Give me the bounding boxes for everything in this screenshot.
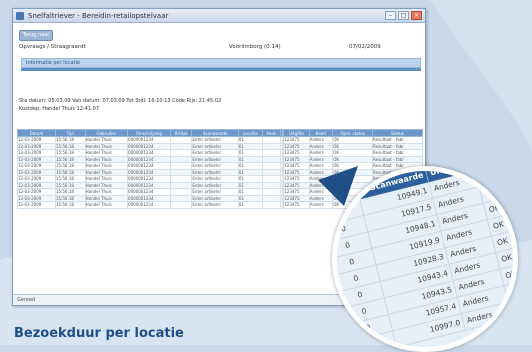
magnified-table: ScanwaardeUitgiftOpm 010949.1AndersOK010… <box>337 171 513 347</box>
table-cell: Handel Thuis <box>84 201 129 209</box>
app-icon <box>16 11 24 20</box>
window-title: Snelfaltriever - Bereidin-retailopstelva… <box>28 11 169 20</box>
table-cell: 123475 <box>283 201 310 209</box>
table-cell: Enter artikelnr <box>191 201 239 209</box>
table-cell <box>262 201 282 209</box>
close-button[interactable]: × <box>411 11 422 20</box>
column-header[interactable]: Aant. <box>262 129 282 137</box>
table-cell <box>169 201 193 209</box>
column-header[interactable]: Opm. status <box>332 129 374 137</box>
column-header[interactable]: Kaart <box>308 129 334 137</box>
column-header[interactable]: Tijd <box>54 129 86 137</box>
column-header[interactable]: Scanwaarde <box>191 129 239 137</box>
maximize-button[interactable]: □ <box>398 11 409 20</box>
table-cell: 01 <box>237 201 264 209</box>
info-row: Opvraags / Straagraardt Voorlimborg (0:1… <box>19 44 417 52</box>
info-middle: Voorlimborg (0:14) <box>229 44 281 50</box>
column-header[interactable]: Uitgifte <box>283 129 310 137</box>
window-controls: – □ × <box>385 11 422 20</box>
column-header[interactable]: Omschrijving <box>127 129 171 137</box>
info-right: 07/02/2009 <box>349 44 381 50</box>
section-divider <box>21 68 421 71</box>
column-header[interactable]: Gebruiker <box>84 129 129 137</box>
back-button[interactable]: Terug naar <box>19 30 53 41</box>
minimize-button[interactable]: – <box>385 11 396 20</box>
column-header[interactable]: Locatie <box>237 129 264 137</box>
table-header-row: Datum Tijd Gebruiker Omschrijving Artikel Sca… <box>17 129 423 137</box>
meta-line-2: Kostdep: Handel Thuis 12:41:07 <box>19 106 100 112</box>
table-cell: 0000001234 <box>127 201 171 209</box>
info-left: Opvraags / Straagraardt <box>19 44 86 50</box>
section-header[interactable]: Informatie per locatie <box>21 58 421 68</box>
table-cell: 12-03-2009 <box>17 201 56 209</box>
window-titlebar[interactable]: Snelfaltriever - Bereidin-retailopstelva… <box>13 9 425 23</box>
column-header[interactable]: Datum <box>17 129 56 137</box>
column-header[interactable]: Artikel <box>169 129 193 137</box>
caption-title: Bezoekduur per locatie <box>14 326 184 341</box>
column-header[interactable]: Status <box>372 129 423 137</box>
table-cell: 15:56:18 <box>54 201 86 209</box>
meta-line-1: Sta datum: 05.03.09 Van datum: 07.03.09 … <box>19 98 222 104</box>
magnifier-lens: ScanwaardeUitgiftOpm 010949.1AndersOK010… <box>332 166 518 352</box>
